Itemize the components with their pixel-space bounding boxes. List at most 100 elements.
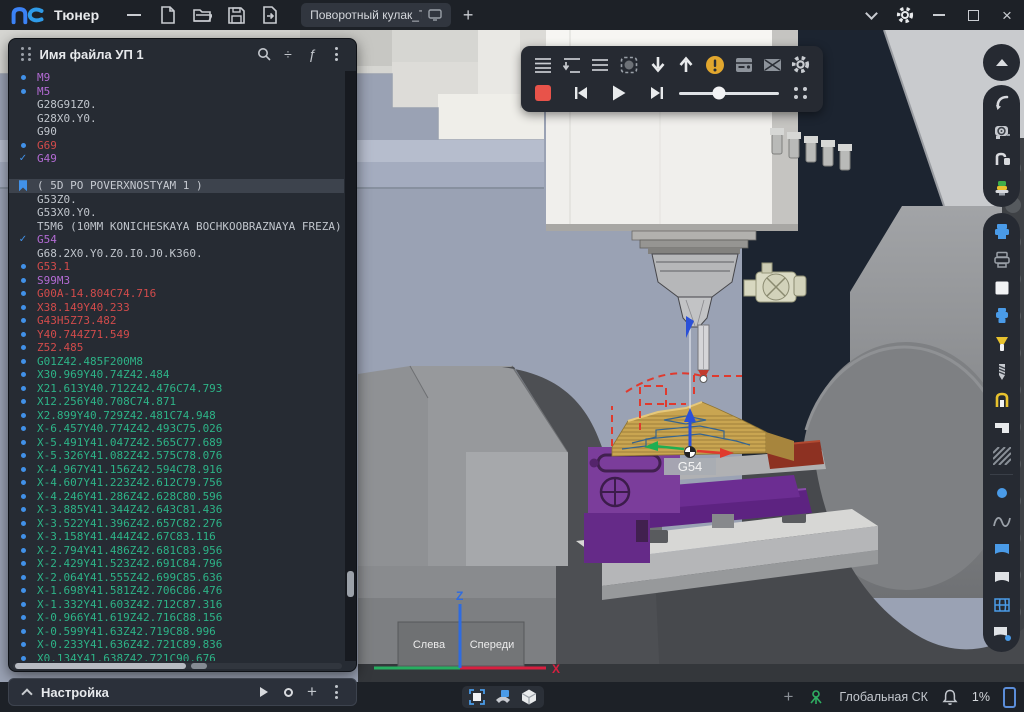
new-file-icon[interactable] (151, 0, 185, 30)
tool-assembly-icon[interactable] (983, 174, 1020, 202)
document-tab[interactable]: Поворотный кулак_Т (301, 3, 451, 27)
gcode-line[interactable]: X-4.246Y41.286Z42.628C80.596 (9, 490, 344, 504)
mesh-surface-icon[interactable] (983, 591, 1020, 619)
toolbar-settings-gear-icon[interactable] (789, 53, 813, 77)
export-file-icon[interactable] (253, 0, 287, 30)
vertical-scrollbar-thumb[interactable] (347, 571, 354, 597)
gcode-line[interactable]: X-3.158Y41.444Z42.67C83.116 (9, 530, 344, 544)
play-button[interactable] (607, 81, 631, 105)
speed-slider[interactable] (679, 83, 779, 103)
gcode-line[interactable]: X-0.233Y41.636Z42.721C89.836 (9, 638, 344, 652)
horizontal-scrollbar[interactable] (13, 663, 342, 669)
stop-button[interactable] (531, 81, 555, 105)
minimize-button[interactable] (922, 0, 956, 30)
gcode-line[interactable]: S99M3 (9, 274, 344, 288)
gcode-line[interactable]: X-1.698Y41.581Z42.706C86.476 (9, 584, 344, 598)
gcode-line[interactable]: G28X0.Y0. (9, 112, 344, 126)
speed-slider-handle[interactable] (713, 87, 726, 100)
gcode-line[interactable]: Y40.744Z71.549 (9, 328, 344, 342)
gcode-line[interactable]: X-3.522Y41.396Z42.657C82.276 (9, 517, 344, 531)
skip-end-button[interactable] (645, 81, 669, 105)
gcode-line[interactable]: G69 (9, 139, 344, 153)
goto-line-icon[interactable] (560, 53, 584, 77)
registers-table-icon[interactable] (732, 53, 756, 77)
gcode-line[interactable]: T5M6 (10MM KONICHESKAYA BOCHKOOBRAZNAYA … (9, 220, 344, 234)
skip-start-button[interactable] (569, 81, 593, 105)
show-clamp-icon[interactable] (983, 386, 1020, 414)
flag-report-icon[interactable] (983, 619, 1020, 647)
show-hatch-icon[interactable] (983, 442, 1020, 470)
gcode-line[interactable]: X-5.326Y41.082Z42.575C78.076 (9, 449, 344, 463)
gcode-line[interactable]: X-4.607Y41.223Z42.612C79.756 (9, 476, 344, 490)
show-drill-icon[interactable] (983, 358, 1020, 386)
gcode-line[interactable]: X12.256Y40.708C74.871 (9, 395, 344, 409)
new-tab-button[interactable]: + (451, 0, 485, 30)
main-menu-icon[interactable] (117, 0, 151, 30)
gcode-line[interactable]: X21.613Y40.712Z42.476C74.793 (9, 382, 344, 396)
selection-mode-icon[interactable] (467, 688, 487, 706)
gcode-line[interactable]: G53.1 (9, 260, 344, 274)
coordinate-system-icon[interactable] (806, 688, 826, 706)
gcode-line[interactable]: X-0.599Y41.63Z42.719C88.996 (9, 625, 344, 639)
toolbar-drag-handle[interactable] (789, 81, 813, 105)
gcode-line[interactable] (9, 166, 344, 180)
spray-coolant-icon[interactable] (983, 90, 1020, 118)
warnings-icon[interactable] (703, 53, 727, 77)
add-coordinate-system-button[interactable]: + (783, 687, 793, 707)
settings-gear-icon[interactable] (888, 0, 922, 30)
gcode-line[interactable]: X-5.491Y41.047Z42.565C77.689 (9, 436, 344, 450)
gcode-line[interactable]: Z52.485 (9, 341, 344, 355)
gcode-line[interactable]: X-2.794Y41.486Z42.681C83.956 (9, 544, 344, 558)
flag-blue-icon[interactable] (983, 535, 1020, 563)
gcode-line[interactable]: X30.969Y40.74Z42.484 (9, 368, 344, 382)
settings-menu-icon[interactable] (324, 680, 348, 704)
gcode-line[interactable]: G53X0.Y0. (9, 206, 344, 220)
solid-view-icon[interactable] (519, 688, 539, 706)
selection-target-icon[interactable] (617, 53, 641, 77)
gcode-line[interactable]: X-2.429Y41.523Z42.691C84.796 (9, 557, 344, 571)
gcode-line[interactable]: X2.899Y40.729Z42.481C74.948 (9, 409, 344, 423)
show-tool-icon[interactable] (983, 246, 1020, 274)
show-vise-icon[interactable] (983, 414, 1020, 442)
horizontal-scrollbar-thumb[interactable] (15, 663, 186, 669)
function-icon[interactable]: ƒ (300, 42, 324, 66)
gcode-line[interactable]: X-0.966Y41.619Z42.716C88.156 (9, 611, 344, 625)
gcode-line[interactable]: G28G91Z0. (9, 98, 344, 112)
close-button[interactable]: × (990, 0, 1024, 30)
gcode-line[interactable]: X-1.332Y41.603Z42.712C87.316 (9, 598, 344, 612)
gcode-line[interactable]: ✓ G49 (9, 152, 344, 166)
panel-menu-icon[interactable] (324, 42, 348, 66)
gcode-line[interactable]: X38.149Y40.233 (9, 301, 344, 315)
gcode-line[interactable]: M5 (9, 85, 344, 99)
toolpath-visibility-icon[interactable] (760, 53, 784, 77)
flag-white-icon[interactable] (983, 563, 1020, 591)
step-up-icon[interactable] (674, 53, 698, 77)
vertical-scrollbar[interactable] (345, 71, 356, 661)
gcode-line[interactable]: X-2.064Y41.555Z42.699C85.636 (9, 571, 344, 585)
run-setup-icon[interactable] (252, 680, 276, 704)
gcode-line[interactable]: G01Z42.485F200M8 (9, 355, 344, 369)
gcode-line[interactable]: ( 5D PO POVERXNOSTYAM 1 ) (9, 179, 344, 193)
gcode-line[interactable]: G00A-14.804C74.716 (9, 287, 344, 301)
panel-drag-handle-icon[interactable] (21, 47, 32, 61)
record-circle-icon[interactable] (276, 680, 300, 704)
gcode-line[interactable]: G68.2X0.Y0.Z0.I0.J0.K360. (9, 247, 344, 261)
split-divide-icon[interactable]: ÷ (276, 42, 300, 66)
settings-panel-header[interactable]: Настройка + (8, 678, 357, 706)
gcode-line[interactable]: X-3.885Y41.344Z42.643C81.436 (9, 503, 344, 517)
gcode-line[interactable]: G53Z0. (9, 193, 344, 207)
show-spindle-icon[interactable] (983, 330, 1020, 358)
gcode-line[interactable]: ✓ G54 (9, 233, 344, 247)
collapse-chevron-icon[interactable] (21, 688, 32, 699)
gcode-line[interactable]: G43H5Z73.482 (9, 314, 344, 328)
wrap-lines-icon[interactable] (588, 53, 612, 77)
step-down-icon[interactable] (646, 53, 670, 77)
gcode-line[interactable]: X-4.967Y41.156Z42.594C78.916 (9, 463, 344, 477)
save-icon[interactable] (219, 0, 253, 30)
stock-solid-icon[interactable] (983, 274, 1020, 302)
chevron-down-icon[interactable] (854, 0, 888, 30)
maximize-button[interactable] (956, 0, 990, 30)
open-folder-icon[interactable] (185, 0, 219, 30)
show-holder-icon[interactable] (983, 302, 1020, 330)
show-tool-active-icon[interactable] (983, 218, 1020, 246)
